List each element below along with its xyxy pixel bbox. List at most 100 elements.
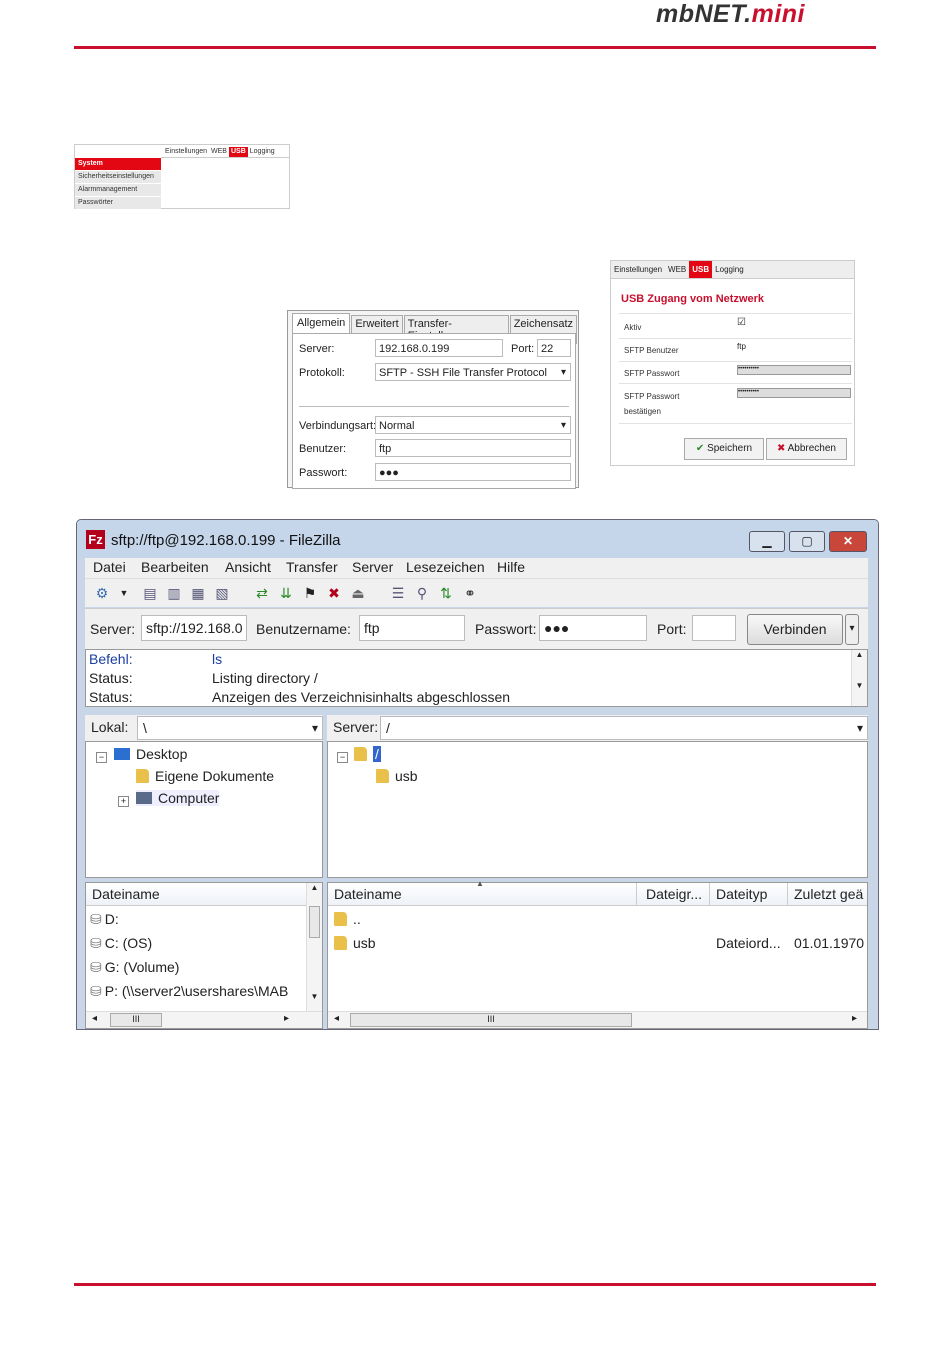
menu-ansicht[interactable]: Ansicht xyxy=(225,559,271,575)
menu-item-security[interactable]: Sicherheitseinstellungen xyxy=(75,171,161,184)
tree-item-computer[interactable]: Computer xyxy=(136,790,220,806)
col-modified[interactable]: Zuletzt geä xyxy=(794,886,863,902)
minimize-button[interactable]: ▁ xyxy=(749,531,785,552)
site-manager-icon[interactable]: ⚙ xyxy=(93,584,111,602)
scroll-right-icon[interactable]: ▸ xyxy=(284,1013,289,1024)
port-field[interactable]: 22 xyxy=(537,339,571,357)
close-button[interactable]: ✕ xyxy=(829,531,867,552)
list-item[interactable]: ⛁ G: (Volume) xyxy=(90,959,179,976)
binoculars-icon[interactable]: ⚭ xyxy=(461,584,479,602)
tree-item-root[interactable]: / xyxy=(354,746,381,762)
process-queue-icon[interactable]: ⇊ xyxy=(277,584,295,602)
local-hscrollbar[interactable]: ◂ III ▸ xyxy=(86,1011,322,1028)
col-filename[interactable]: Dateiname xyxy=(334,886,402,902)
toggle-remote-tree-icon[interactable]: ▦ xyxy=(189,584,207,602)
tree-item-documents[interactable]: Eigene Dokumente xyxy=(136,768,274,784)
menu-item-alarm[interactable]: Alarmmanagement xyxy=(75,184,161,197)
toggle-queue-icon[interactable]: ▧ xyxy=(213,584,231,602)
cancel-icon[interactable]: ✖ xyxy=(325,584,343,602)
col-divider[interactable] xyxy=(636,883,637,905)
local-list-scrollbar[interactable]: ▲ ▼ xyxy=(306,883,322,1011)
disconnect-icon[interactable]: ⏏ xyxy=(349,584,367,602)
protocol-select[interactable]: SFTP - SSH File Transfer Protocol xyxy=(375,363,571,382)
sftp-user-field[interactable]: ftp xyxy=(737,342,746,351)
active-checkbox[interactable]: ☑ xyxy=(737,317,746,328)
tab-web[interactable]: WEB xyxy=(209,147,229,157)
password-field[interactable]: ●●● xyxy=(375,463,571,481)
scroll-down-icon[interactable]: ▼ xyxy=(852,681,867,690)
scroll-left-icon[interactable]: ◂ xyxy=(92,1013,97,1024)
remote-path-input[interactable]: / xyxy=(380,716,868,740)
col-filetype[interactable]: Dateityp xyxy=(716,886,767,902)
compare-icon[interactable]: ⚲ xyxy=(413,584,431,602)
divider xyxy=(619,338,852,339)
conn-type-select[interactable]: Normal xyxy=(375,416,571,435)
scroll-up-icon[interactable]: ▲ xyxy=(852,650,867,659)
local-path-input[interactable]: \ xyxy=(137,716,323,740)
user-field[interactable]: ftp xyxy=(375,439,571,457)
qc-server-input[interactable]: sftp://192.168.0 xyxy=(141,615,247,641)
menu-transfer[interactable]: Transfer xyxy=(286,559,338,575)
toggle-local-tree-icon[interactable]: ▥ xyxy=(165,584,183,602)
menu-server[interactable]: Server xyxy=(352,559,393,575)
scroll-thumb[interactable]: III xyxy=(350,1013,632,1027)
tab-usb[interactable]: USB xyxy=(228,147,248,157)
tab-web[interactable]: WEB xyxy=(665,265,689,274)
remote-hscrollbar[interactable]: ◂ III ▸ xyxy=(328,1011,867,1028)
scroll-left-icon[interactable]: ◂ xyxy=(334,1013,339,1024)
expand-icon[interactable]: + xyxy=(118,796,129,807)
log-scrollbar[interactable]: ▲ ▼ xyxy=(851,650,867,706)
sftp-password-field[interactable]: •••••••••• xyxy=(737,365,851,375)
filter-icon[interactable]: ☰ xyxy=(389,584,407,602)
tab-logging[interactable]: Logging xyxy=(248,147,277,157)
sftp-password-confirm-field[interactable]: •••••••••• xyxy=(737,388,851,398)
scroll-down-icon[interactable]: ▼ xyxy=(307,992,322,1001)
col-divider[interactable] xyxy=(787,883,788,905)
table-row[interactable]: .. xyxy=(334,911,361,927)
refresh-icon[interactable]: ⇄ xyxy=(253,584,271,602)
scroll-right-icon[interactable]: ▸ xyxy=(852,1013,857,1024)
tab-einstellungen[interactable]: Einstellungen xyxy=(611,265,665,274)
cancel-button[interactable]: ✖ Abbrechen xyxy=(766,438,847,460)
col-filesize[interactable]: Dateigr... xyxy=(646,886,702,902)
qc-user-input[interactable]: ftp xyxy=(359,615,465,641)
list-item[interactable]: ⛁ P: (\\server2\usershares\MAB xyxy=(90,983,300,1000)
tab-logging[interactable]: Logging xyxy=(712,265,746,274)
menu-item-system[interactable]: System xyxy=(75,158,161,171)
col-divider[interactable] xyxy=(709,883,710,905)
server-field[interactable]: 192.168.0.199 xyxy=(375,339,503,357)
menu-datei[interactable]: Datei xyxy=(93,559,126,575)
folder-icon xyxy=(334,936,347,950)
tree-item-usb[interactable]: usb xyxy=(376,768,418,784)
menu-lesezeichen[interactable]: Lesezeichen xyxy=(406,559,485,575)
connect-history-dropdown[interactable]: ▾ xyxy=(845,614,859,645)
connect-button[interactable]: Verbinden xyxy=(747,614,843,645)
qc-port-input[interactable] xyxy=(692,615,736,641)
chevron-down-icon[interactable]: ▼ xyxy=(115,584,133,602)
cancel-button-label: Abbrechen xyxy=(787,443,836,454)
menu-bearbeiten[interactable]: Bearbeiten xyxy=(141,559,209,575)
collapse-icon[interactable]: − xyxy=(337,752,348,763)
sync-browse-icon[interactable]: ⇅ xyxy=(437,584,455,602)
list-item[interactable]: ⛁ C: (OS) xyxy=(90,935,152,952)
toggle-log-icon[interactable]: ▤ xyxy=(141,584,159,602)
list-item[interactable]: ⛁ D: xyxy=(90,911,119,928)
local-path-label: Lokal: xyxy=(91,719,129,735)
flag-icon[interactable]: ⚑ xyxy=(301,584,319,602)
menu-hilfe[interactable]: Hilfe xyxy=(497,559,525,575)
scroll-up-icon[interactable]: ▲ xyxy=(307,883,322,892)
save-button[interactable]: ✔ Speichern xyxy=(684,438,764,460)
scroll-thumb[interactable] xyxy=(309,906,320,938)
divider xyxy=(299,406,569,407)
tab-einstellungen[interactable]: Einstellungen xyxy=(163,147,209,157)
table-row[interactable]: usb Dateiord... 01.01.1970 xyxy=(334,935,864,951)
collapse-icon[interactable]: − xyxy=(96,752,107,763)
menu-item-passwords[interactable]: Passwörter xyxy=(75,197,161,210)
tree-item-desktop[interactable]: Desktop xyxy=(114,746,187,762)
col-filename[interactable]: Dateiname xyxy=(92,886,160,902)
qc-password-input[interactable]: ●●● xyxy=(539,615,647,641)
maximize-button[interactable]: ▢ xyxy=(789,531,825,552)
scroll-thumb[interactable]: III xyxy=(110,1013,162,1027)
usb-access-panel: Einstellungen WEB USB Logging USB Zugang… xyxy=(610,260,855,466)
tab-usb[interactable]: USB xyxy=(689,261,713,278)
